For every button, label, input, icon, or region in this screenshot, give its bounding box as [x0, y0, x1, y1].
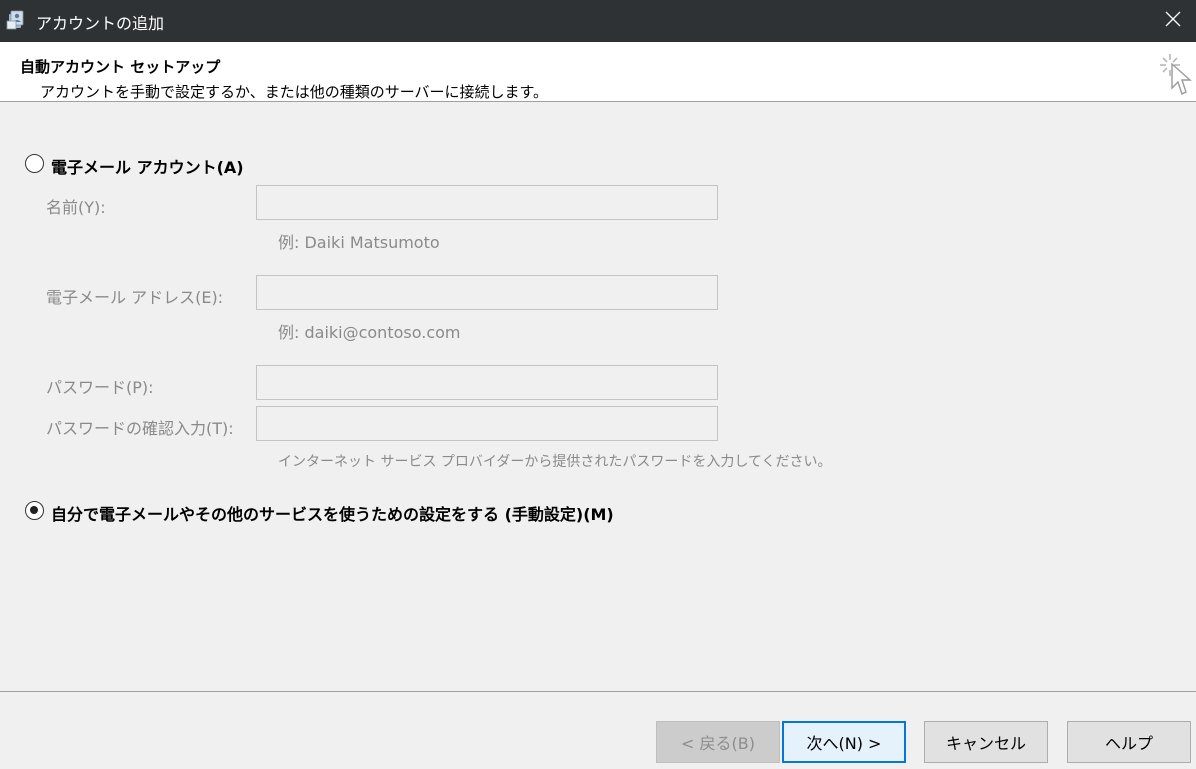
- close-icon: [1165, 11, 1181, 31]
- password-input[interactable]: [256, 365, 718, 400]
- close-button[interactable]: [1150, 0, 1196, 42]
- password-note: インターネット サービス プロバイダーから提供されたパスワードを入力してください…: [278, 454, 832, 470]
- page-title: 自動アカウント セットアップ: [20, 58, 221, 76]
- help-button[interactable]: ヘルプ: [1067, 721, 1191, 763]
- window-title: アカウントの追加: [36, 14, 165, 33]
- email-address-example: 例: daiki@contoso.com: [278, 323, 461, 342]
- password-confirm-input[interactable]: [256, 406, 718, 441]
- password-confirm-label: パスワードの確認入力(T):: [46, 419, 234, 438]
- sparkle-cursor-icon: [1158, 48, 1194, 98]
- email-account-radio[interactable]: [25, 154, 44, 173]
- email-address-label: 電子メール アドレス(E):: [46, 288, 224, 307]
- manual-setup-radio[interactable]: [25, 501, 44, 520]
- email-account-label[interactable]: 電子メール アカウント(A): [51, 154, 244, 178]
- email-address-input[interactable]: [256, 275, 718, 310]
- next-button[interactable]: 次へ(N) >: [782, 721, 906, 763]
- title-bar: アカウントの追加: [0, 0, 1196, 42]
- manual-setup-label[interactable]: 自分で電子メールやその他のサービスを使うための設定をする (手動設定)(M): [51, 501, 614, 525]
- cancel-button[interactable]: キャンセル: [924, 721, 1048, 763]
- name-input[interactable]: [256, 185, 718, 220]
- page-subtitle: アカウントを手動で設定するか、または他の種類のサーバーに接続します。: [40, 83, 549, 101]
- footer-divider: [0, 691, 1196, 692]
- password-label: パスワード(P):: [46, 378, 154, 397]
- name-example: 例: Daiki Matsumoto: [278, 233, 440, 252]
- radio-selected-dot: [30, 506, 38, 514]
- wizard-header: 自動アカウント セットアップ アカウントを手動で設定するか、または他の種類のサー…: [0, 42, 1196, 102]
- name-label: 名前(Y):: [46, 198, 106, 217]
- back-button[interactable]: < 戻る(B): [656, 721, 780, 763]
- outlook-account-icon: [6, 9, 28, 31]
